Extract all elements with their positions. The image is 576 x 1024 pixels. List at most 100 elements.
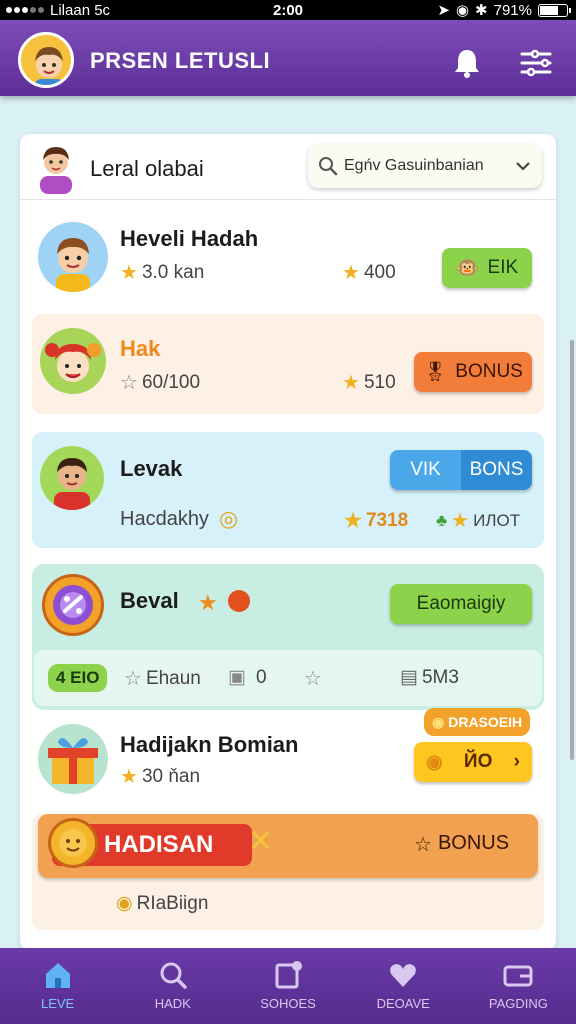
star-outline-icon: ☆ (414, 834, 432, 856)
cup-icon: ▣ (228, 667, 246, 688)
tab-label: PAGDING (488, 996, 548, 1011)
status-bar: Lilaan 5c 2:00 ➤ ◉ ✱ 791% (0, 0, 576, 20)
medal-icon (228, 590, 250, 612)
tab-pagding[interactable]: PAGDING (461, 948, 576, 1024)
tab-deoave[interactable]: DEOAVE (346, 948, 461, 1024)
list-item[interactable]: Hak ☆ 60/100 ★ 510 🎖 BONUS (32, 314, 544, 414)
badge-avatar (42, 574, 104, 636)
gift-avatar (38, 724, 108, 794)
tab-hadk[interactable]: HADK (115, 948, 230, 1024)
tab-label: LEVE (40, 996, 75, 1011)
player-subtitle: Hacdakhy (120, 507, 209, 530)
bonus-label[interactable]: ☆ BONUS (414, 832, 509, 857)
player-avatar (40, 446, 104, 510)
star-outline-icon: ☆ (120, 372, 138, 394)
app-title: PRSEN LETUSLI (90, 48, 271, 73)
star-icon: ★ (120, 262, 138, 284)
scrollbar[interactable] (570, 340, 574, 760)
tab-label: HADK (154, 996, 191, 1011)
player-avatar (40, 328, 106, 394)
search-box[interactable] (308, 144, 542, 188)
badge-icon: 🎖 (423, 362, 448, 383)
player-name: Hadijakn Bomian (120, 732, 299, 757)
player-score: 510 (363, 371, 396, 393)
tab-label: SOHOES (260, 996, 316, 1011)
star-outline-icon: ☆ (304, 668, 322, 690)
coin-icon: ◉ (432, 713, 445, 730)
tab-sohoes[interactable]: SOHOES (230, 948, 345, 1024)
player-name: Levak (120, 456, 183, 481)
action-button-label: Eaomaigiy (416, 593, 506, 614)
player-score: 400 (363, 261, 396, 283)
star-icon: ★ (198, 590, 218, 615)
leaf-icon: ♣ (436, 510, 448, 530)
coin-icon: ◉ (426, 751, 443, 773)
heart-icon (390, 964, 417, 987)
list-item[interactable]: Hadijakn Bomian ★ 30 ňan ◉ DRASOEIH ◉ ЙО › (20, 708, 556, 814)
claim-button[interactable]: ◉ ЙО › (414, 742, 532, 782)
list-item[interactable]: Heveli Hadah ★ 3.0 kan ★ 400 🐵 EIK (20, 200, 556, 310)
player-extra: ИЛОТ (473, 510, 521, 530)
split-button[interactable]: VIK BONS (390, 450, 532, 490)
battery-icon (538, 3, 571, 17)
bluetooth-icon: ✱ (475, 2, 488, 19)
star-icon: ★ (342, 262, 360, 284)
home-icon (45, 963, 70, 988)
player-stat: 30 ňan (141, 765, 201, 787)
tab-leve[interactable]: LEVE (0, 948, 115, 1024)
player-name: Heveli Hadah (120, 226, 259, 251)
action-button-label: EIK (487, 257, 519, 278)
star-icon: ★ (344, 510, 362, 532)
stats-strip: 4 EIO ☆ Ehaun ▣ 0 ☆ ▤ 5M3 (34, 650, 542, 706)
player-stat: 60/100 (141, 371, 201, 393)
coin-face-icon (48, 818, 98, 868)
header-avatar (40, 147, 72, 194)
player-extra: 5M3 (421, 666, 459, 688)
vik-button[interactable]: VIK (390, 450, 461, 490)
coin-stack-icon: ◎ (218, 506, 239, 531)
chevron-down-icon[interactable] (515, 160, 531, 172)
promo-banner[interactable]: HADISAN ✕ ☆ BONUS (38, 814, 538, 878)
action-button[interactable]: 🐵 EIK (442, 248, 532, 288)
search-input[interactable] (344, 157, 509, 175)
promo-tag: ◉ DRASOEIH (424, 708, 531, 736)
level-tag: 4 EIO (48, 664, 108, 692)
battery-percent: 791% (493, 1, 532, 19)
bell-icon[interactable] (450, 46, 484, 80)
monkey-icon: 🐵 (455, 258, 480, 279)
sparkle-icon: ✕ (248, 825, 274, 858)
star-icon: ★ (342, 372, 360, 394)
profile-avatar[interactable] (18, 32, 74, 88)
player-avatar (38, 222, 108, 292)
footer-text: RIaBiign (136, 892, 209, 914)
bottom-nav: LEVE HADK SOHOES DEOAVE PAGDING (0, 948, 576, 1024)
alarm-icon: ◉ (455, 2, 470, 19)
card-header: Leral olabai (20, 134, 556, 200)
action-button[interactable]: Eaomaigiy (390, 584, 532, 624)
wallet-icon (503, 965, 533, 987)
star-outline-icon: ☆ (124, 668, 142, 690)
list-item[interactable]: Levak Hacdakhy ◎ ★ 7318 ♣ ★ ИЛОТ VIK BONS (32, 432, 544, 548)
list-item[interactable]: HADISAN ✕ ☆ BONUS ◉ RIaBiign (32, 814, 544, 930)
card-title: Leral olabai (90, 156, 204, 181)
star-icon: ★ (451, 510, 470, 532)
bonus-button[interactable]: 🎖 BONUS (414, 352, 532, 392)
search-icon (160, 962, 187, 989)
search-icon (319, 157, 338, 176)
player-stat: Ehaun (145, 667, 201, 689)
list-item[interactable]: Beval ★ Eaomaigiy 4 EIO ☆ Ehaun ▣ 0 ☆ ▤ 5M3 (32, 564, 544, 710)
bonus-button-label: BONUS (455, 361, 523, 382)
player-stat: 3.0 kan (141, 261, 205, 283)
tab-label: DEOAVE (376, 996, 430, 1011)
player-name: Beval (120, 588, 179, 613)
bons-button[interactable]: BONS (461, 450, 532, 490)
location-icon: ➤ (437, 2, 450, 19)
card-icon (275, 961, 302, 989)
filter-icon[interactable] (518, 46, 554, 80)
claim-button-label: ЙО (463, 751, 493, 772)
app-header: PRSEN LETUSLI (0, 20, 576, 96)
player-name: Hak (120, 336, 161, 361)
player-score: 7318 (365, 509, 409, 531)
leaderboard-card: Leral olabai Heveli Hadah ★3.0 kan ★4 (20, 134, 556, 950)
ticket-icon: ▤ (400, 667, 418, 688)
